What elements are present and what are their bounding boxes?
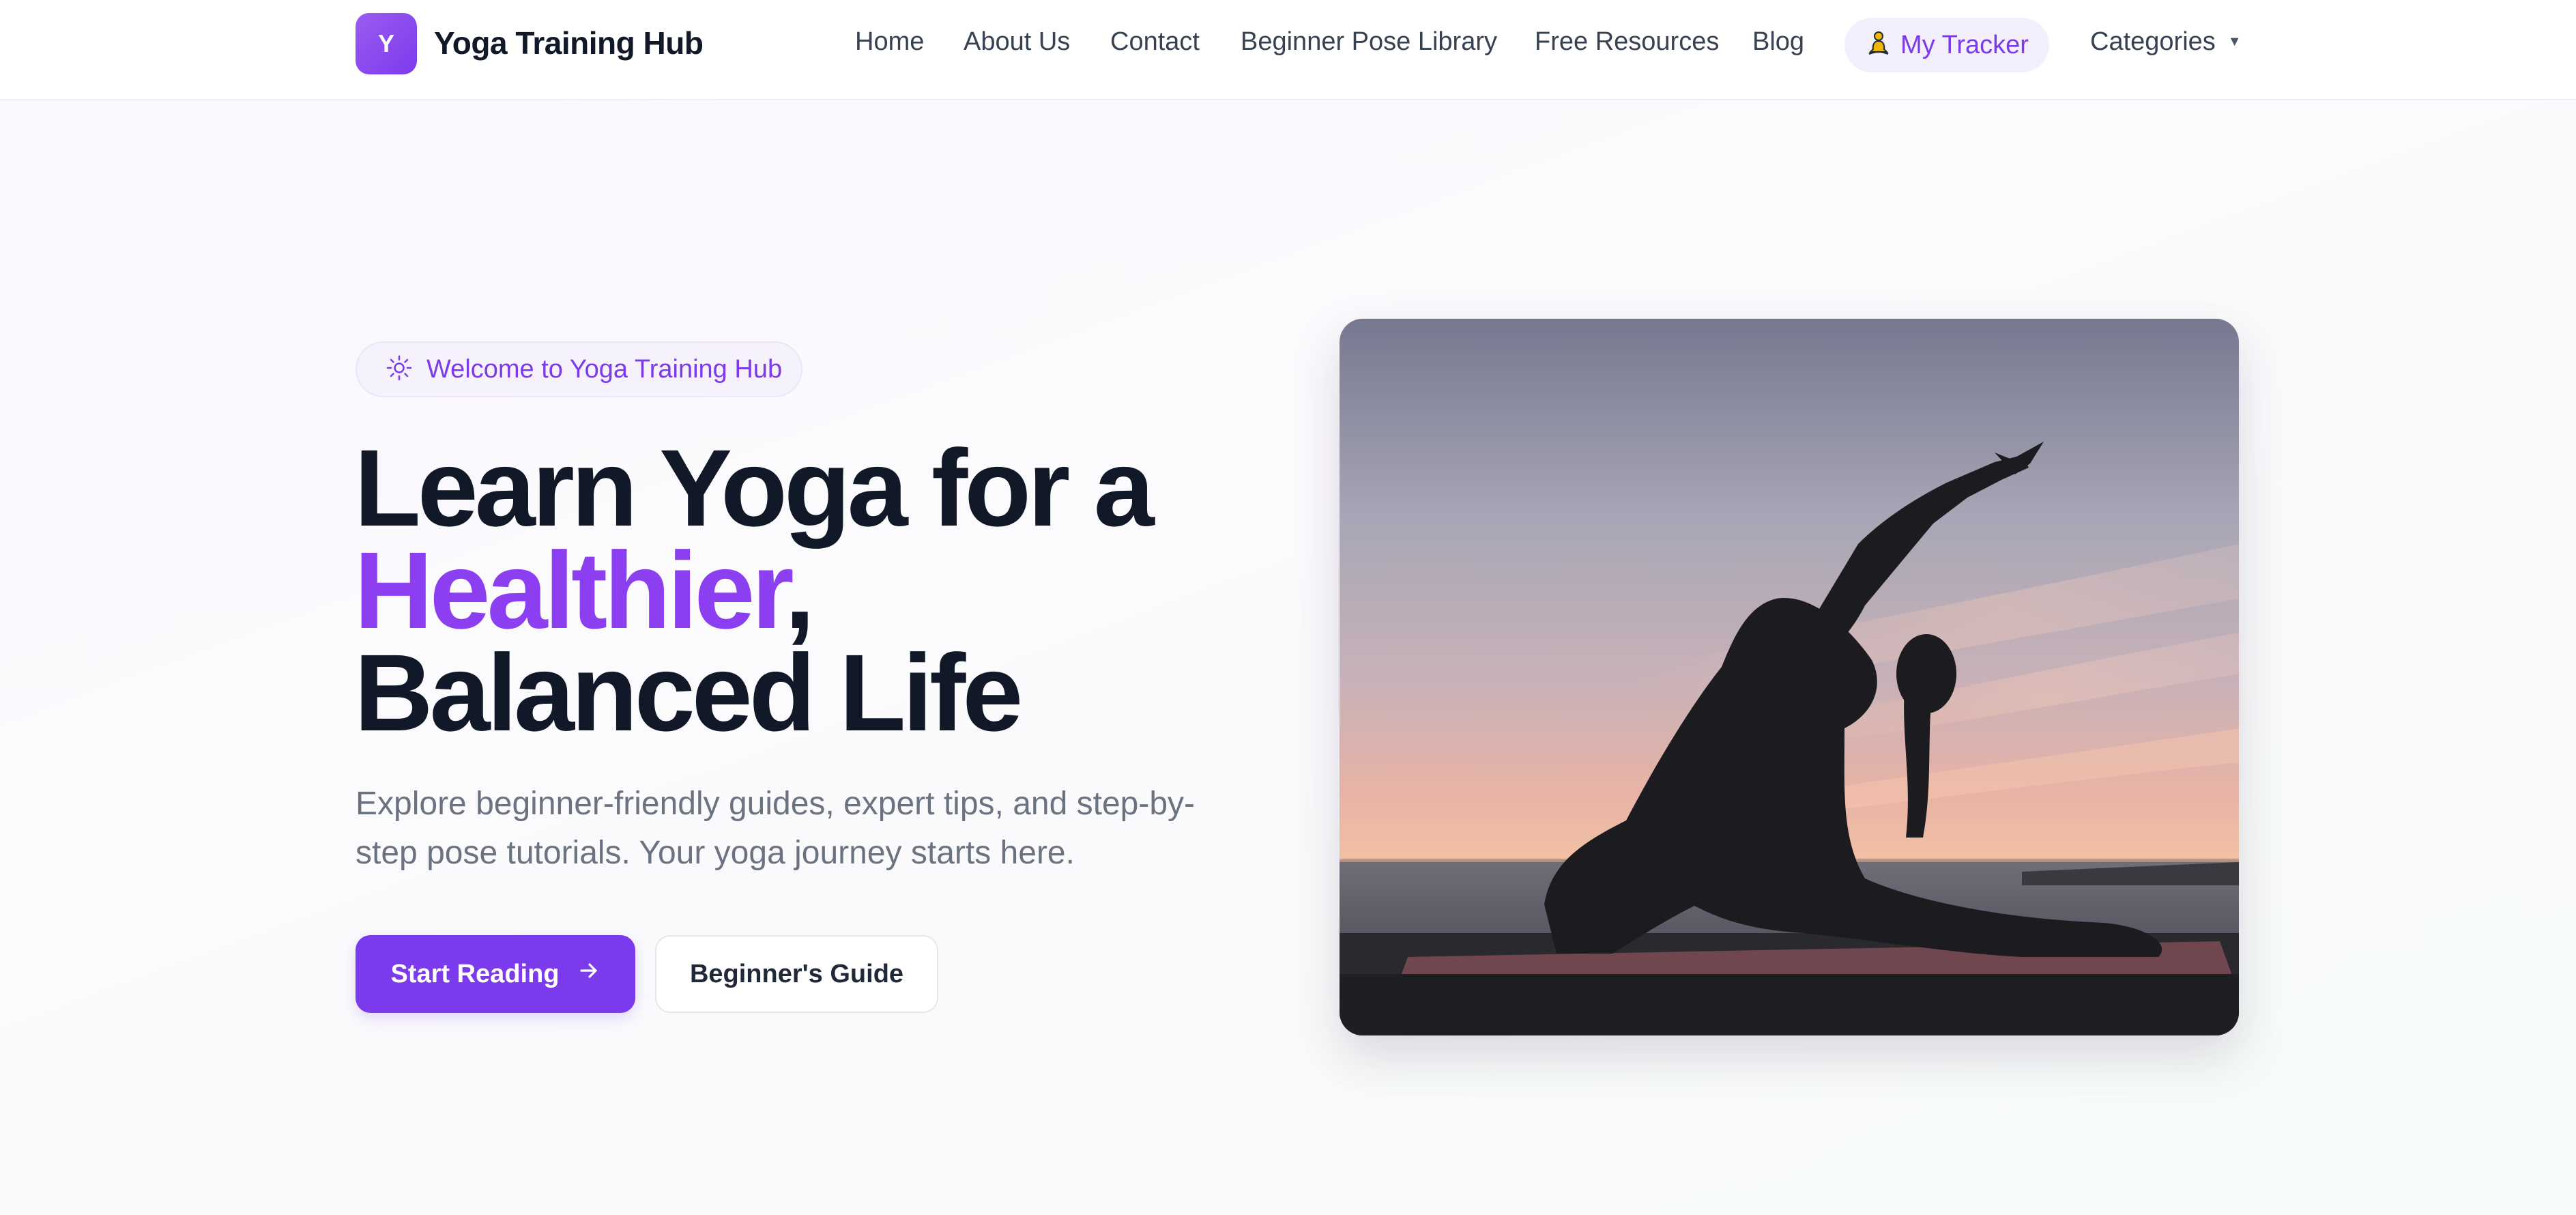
welcome-badge: Welcome to Yoga Training Hub [356,341,802,397]
logo-badge[interactable]: Y [356,13,417,74]
logo-letter: Y [377,29,394,57]
arrow-right-icon [577,959,600,989]
nav-link-about-us[interactable]: About Us [964,27,1070,57]
beginners-guide-button[interactable]: Beginner's Guide [655,935,938,1013]
top-navbar: Y Yoga Training Hub Home About Us Contac… [0,0,2576,100]
hero-subtitle: Explore beginner-friendly guides, expert… [356,786,1195,871]
brand-name[interactable]: Yoga Training Hub [434,25,704,61]
meditation-figure-icon [1865,30,1892,61]
my-tracker-button[interactable]: My Tracker [1844,18,2049,72]
start-reading-label: Start Reading [390,959,560,988]
welcome-badge-label: Welcome to Yoga Training Hub [426,354,783,384]
sun-icon [386,354,413,385]
beginners-guide-label: Beginner's Guide [689,959,904,988]
nav-link-free-resources[interactable]: Free Resources [1535,27,1719,57]
caret-down-icon: ▼ [2227,34,2242,49]
nav-link-home[interactable]: Home [855,27,924,57]
start-reading-button[interactable]: Start Reading [356,935,635,1013]
my-tracker-label: My Tracker [1900,30,2029,59]
nav-link-beginner-pose-library[interactable]: Beginner Pose Library [1241,27,1497,57]
yoga-silhouette-image [1340,319,2239,1035]
categories-dropdown[interactable]: Categories ▼ [2090,27,2242,57]
categories-label: Categories [2090,27,2216,56]
nav-link-blog[interactable]: Blog [1752,27,1804,57]
nav-link-contact[interactable]: Contact [1110,27,1200,57]
hero-title-line3: Balanced Life [354,631,1023,754]
hero-image [1340,319,2239,1035]
hero-title: Learn Yoga for a Healthier, Balanced Lif… [354,433,1155,747]
